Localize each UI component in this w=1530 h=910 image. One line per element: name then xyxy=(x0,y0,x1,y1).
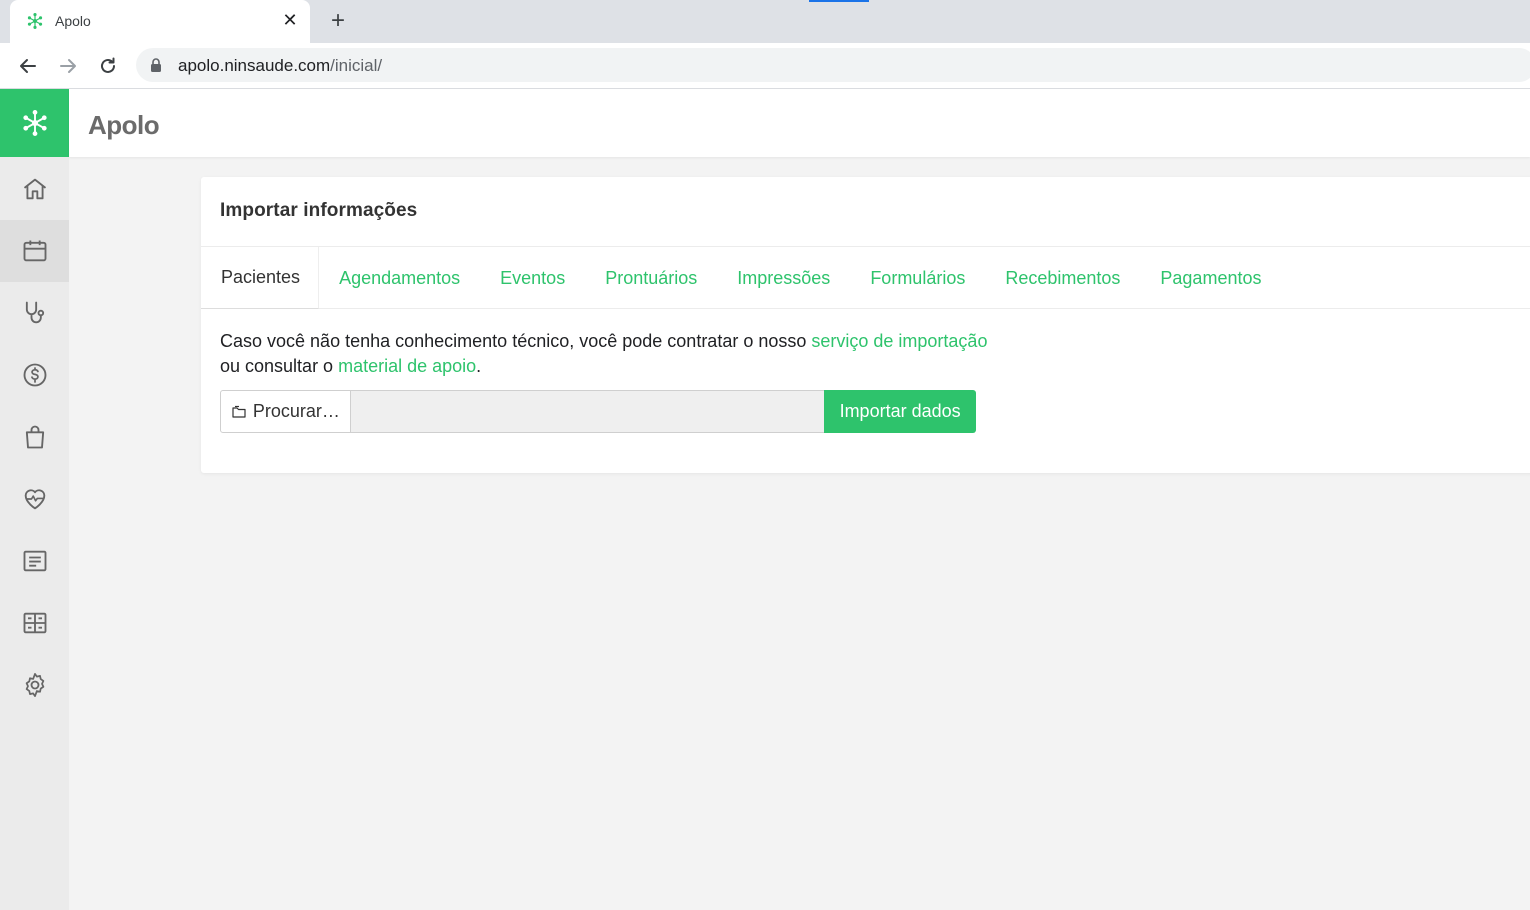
heart-pulse-icon xyxy=(24,489,45,510)
import-info-text: Caso você não tenha conhecimento técnico… xyxy=(220,329,1000,379)
sidebar-item-reports[interactable] xyxy=(0,530,69,592)
tab-impressoes[interactable]: Impressões xyxy=(717,247,850,309)
sidebar-item-dashboard[interactable] xyxy=(0,592,69,654)
brand-logo[interactable] xyxy=(0,89,69,157)
reload-icon[interactable] xyxy=(94,52,122,80)
sidebar-item-shop[interactable] xyxy=(0,406,69,468)
tab-prontuarios[interactable]: Prontuários xyxy=(585,247,717,309)
back-arrow-icon[interactable] xyxy=(14,52,42,80)
gear-icon xyxy=(25,673,44,697)
dollar-icon xyxy=(23,363,46,387)
tabstrip-accent xyxy=(809,0,869,2)
folder-icon xyxy=(232,405,246,418)
app-sidebar xyxy=(0,89,69,910)
sidebar-item-settings[interactable] xyxy=(0,654,69,716)
app-header: Apolo xyxy=(69,89,1530,157)
browser-tab[interactable]: Apolo ✕ xyxy=(10,0,310,43)
shopping-bag-icon xyxy=(25,425,44,449)
tab-eventos[interactable]: Eventos xyxy=(480,247,585,309)
home-icon xyxy=(23,178,46,200)
info-text-part2: ou consultar o xyxy=(220,356,339,376)
browser-toolbar: apolo.ninsaude.com/inicial/ xyxy=(0,43,1530,89)
address-bar[interactable]: apolo.ninsaude.com/inicial/ xyxy=(136,48,1530,82)
info-text-part3: . xyxy=(476,356,482,376)
file-upload-group: Procurar… Importar dados xyxy=(220,390,976,433)
tab-pacientes[interactable]: Pacientes xyxy=(201,247,320,309)
forward-arrow-icon[interactable] xyxy=(54,52,82,80)
support-material-link[interactable]: material de apoio xyxy=(338,356,476,376)
browse-file-button[interactable]: Procurar… xyxy=(220,390,351,433)
tab-recebimentos[interactable]: Recebimentos xyxy=(985,247,1140,309)
import-tabs: Pacientes Agendamentos Eventos Prontuári… xyxy=(201,247,1530,309)
tabs-list: Pacientes Agendamentos Eventos Prontuári… xyxy=(201,247,1281,309)
import-data-button[interactable]: Importar dados xyxy=(824,390,976,433)
url-text: apolo.ninsaude.com/inicial/ xyxy=(178,56,382,76)
selected-file-display[interactable] xyxy=(350,390,825,433)
url-path: /inicial/ xyxy=(330,56,383,75)
sidebar-item-stethoscope[interactable] xyxy=(0,282,69,344)
browser-tabstrip: Apolo ✕ + xyxy=(0,0,1530,43)
browser-tab-title: Apolo xyxy=(55,13,91,29)
stethoscope-icon xyxy=(25,301,44,324)
sidebar-item-health[interactable] xyxy=(0,468,69,530)
tab-formularios[interactable]: Formulários xyxy=(850,247,985,309)
import-card: Importar informações Pacientes Agendamen… xyxy=(201,177,1530,473)
lock-icon xyxy=(151,58,161,72)
document-list-icon xyxy=(23,550,46,572)
sidebar-item-finance[interactable] xyxy=(0,344,69,406)
import-service-link[interactable]: serviço de importação xyxy=(811,331,987,351)
tab-agendamentos[interactable]: Agendamentos xyxy=(319,247,480,309)
close-tab-icon[interactable]: ✕ xyxy=(280,10,300,30)
sidebar-item-home[interactable] xyxy=(0,158,69,220)
calendar-icon xyxy=(23,240,46,262)
dashboard-grid-icon xyxy=(23,612,46,634)
app-title: Apolo xyxy=(88,110,160,140)
card-header: Importar informações xyxy=(201,177,1530,247)
sidebar-item-calendar[interactable] xyxy=(0,220,69,282)
tab-pagamentos[interactable]: Pagamentos xyxy=(1140,247,1281,309)
apolo-favicon-icon xyxy=(27,13,43,29)
url-host: apolo.ninsaude.com xyxy=(178,56,331,75)
info-text-part1: Caso você não tenha conhecimento técnico… xyxy=(220,331,812,351)
new-tab-icon[interactable]: + xyxy=(325,7,351,34)
card-title: Importar informações xyxy=(220,200,418,221)
apolo-logo-icon xyxy=(22,110,47,136)
browse-file-label: Procurar… xyxy=(252,401,340,421)
